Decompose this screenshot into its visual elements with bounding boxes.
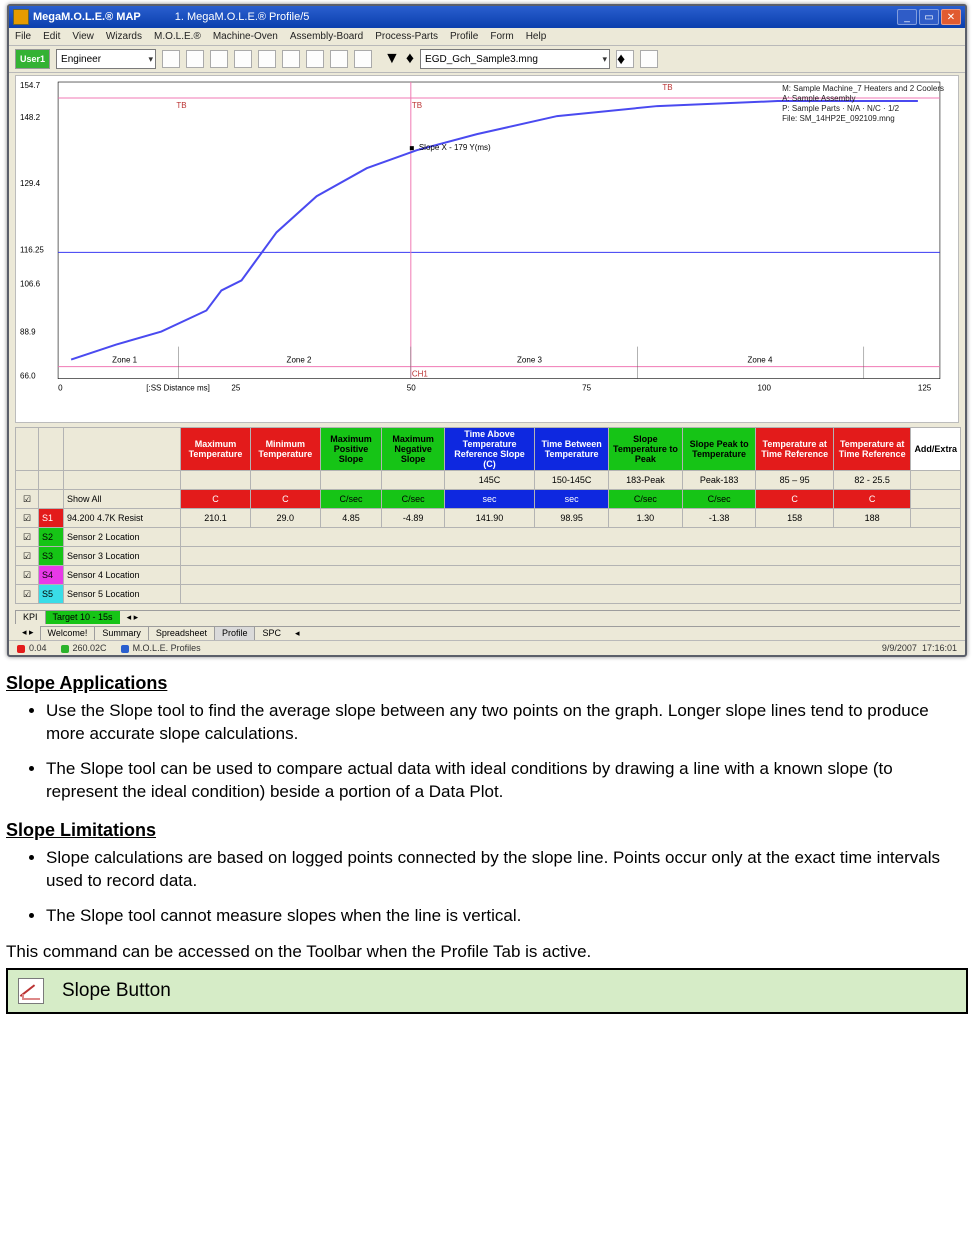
svg-text:0: 0	[58, 384, 63, 393]
svg-text:Zone 3: Zone 3	[517, 356, 542, 365]
menu-file[interactable]: File	[15, 31, 31, 42]
toolbar-icon[interactable]	[354, 50, 372, 68]
slope-tool-icon[interactable]	[330, 50, 348, 68]
svg-text:TB: TB	[662, 83, 672, 92]
sensor-row: ☑S3Sensor 3 Location	[16, 547, 961, 566]
slope-button-label: Slope Button	[62, 980, 171, 1002]
menu-view[interactable]: View	[72, 31, 94, 42]
menu-profile[interactable]: Profile	[450, 31, 478, 42]
minimize-button[interactable]: _	[897, 9, 917, 25]
target-tab[interactable]: Target 10 - 15s	[45, 610, 121, 624]
svg-text:Zone 2: Zone 2	[287, 356, 312, 365]
statusbar: 0.04 260.02C M.O.L.E. Profiles 9/9/2007 …	[9, 640, 965, 655]
tab-summary[interactable]: Summary	[94, 626, 149, 640]
menu-edit[interactable]: Edit	[43, 31, 60, 42]
slope-icon[interactable]	[18, 978, 44, 1004]
svg-text:100: 100	[758, 384, 772, 393]
svg-text:TB: TB	[412, 101, 422, 110]
bullet: The Slope tool cannot measure slopes whe…	[46, 905, 968, 928]
heading-applications: Slope Applications	[6, 673, 968, 694]
menu-wizards[interactable]: Wizards	[106, 31, 142, 42]
svg-text:25: 25	[231, 384, 240, 393]
svg-text:125: 125	[918, 384, 932, 393]
svg-text:CH1: CH1	[412, 370, 429, 379]
svg-text:154.7: 154.7	[20, 81, 41, 90]
tab-spc[interactable]: SPC	[254, 626, 289, 640]
file-combo[interactable]: EGD_Gch_Sample3.mng	[420, 49, 610, 69]
svg-text:Slope X - 179 Y(ms): Slope X - 179 Y(ms)	[419, 143, 491, 152]
toolbar-icon[interactable]	[234, 50, 252, 68]
grid-units-row: ☑Show All CC C/secC/sec secsec C/secC/se…	[16, 490, 961, 509]
toolbar-icon[interactable]	[282, 50, 300, 68]
title-2: 1. MegaM.O.L.E.® Profile/5	[175, 11, 310, 23]
bullet: The Slope tool can be used to compare ac…	[46, 758, 968, 804]
bullet: Use the Slope tool to find the average s…	[46, 700, 968, 746]
heading-limitations: Slope Limitations	[6, 820, 968, 841]
chart-legend: M: Sample Machine_7 Heaters and 2 Cooler…	[782, 84, 944, 124]
tab-spreadsheet[interactable]: Spreadsheet	[148, 626, 215, 640]
menu-process[interactable]: Process-Parts	[375, 31, 438, 42]
menu-form[interactable]: Form	[490, 31, 513, 42]
svg-text:TB: TB	[176, 101, 186, 110]
menubar: File Edit View Wizards M.O.L.E.® Machine…	[9, 28, 965, 46]
menu-mole[interactable]: M.O.L.E.®	[154, 31, 201, 42]
tab-profile[interactable]: Profile	[214, 626, 256, 640]
menu-machine[interactable]: Machine-Oven	[213, 31, 278, 42]
data-grid[interactable]: Maximum Temperature Minimum Temperature …	[15, 427, 961, 604]
paragraph: This command can be accessed on the Tool…	[6, 942, 968, 962]
maximize-button[interactable]: ▭	[919, 9, 939, 25]
app-icon	[13, 9, 29, 25]
svg-text:116.25: 116.25	[20, 245, 44, 254]
sensor-row: ☑S2Sensor 2 Location	[16, 528, 961, 547]
grid-subheader-row: 145C150-145C 183-PeakPeak-183 85 – 9582 …	[16, 471, 961, 490]
svg-text:148.2: 148.2	[20, 113, 41, 122]
role-combo[interactable]: Engineer	[56, 49, 156, 69]
svg-text:50: 50	[407, 384, 416, 393]
close-button[interactable]: ✕	[941, 9, 961, 25]
worksheet-tabs: ◂ ▸ Welcome! Summary Spreadsheet Profile…	[9, 624, 965, 640]
kpi-tab[interactable]: KPI	[15, 610, 46, 624]
toolbar-icon[interactable]	[306, 50, 324, 68]
svg-text:Zone 4: Zone 4	[748, 356, 773, 365]
toolbar-icon[interactable]	[210, 50, 228, 68]
slope-button-row: Slope Button	[6, 968, 968, 1014]
menu-assembly[interactable]: Assembly-Board	[290, 31, 363, 42]
chart-area[interactable]: Slope X - 179 Y(ms) TB TB TB CH1 154.7 1…	[15, 75, 959, 423]
svg-text:106.6: 106.6	[20, 279, 41, 288]
tab-welcome[interactable]: Welcome!	[40, 626, 96, 640]
grid-header-row: Maximum Temperature Minimum Temperature …	[16, 428, 961, 471]
user-button[interactable]: User1	[15, 49, 50, 69]
svg-text:66.0: 66.0	[20, 372, 36, 381]
svg-text:129.4: 129.4	[20, 179, 41, 188]
sensor-row: ☑S5Sensor 5 Location	[16, 585, 961, 604]
toolbar-icon[interactable]	[258, 50, 276, 68]
titlebar: MegaM.O.L.E.® MAP 1. MegaM.O.L.E.® Profi…	[9, 6, 965, 28]
kpi-tabs: KPI Target 10 - 15s ◂ ▸	[9, 608, 965, 624]
bullet: Slope calculations are based on logged p…	[46, 847, 968, 893]
sensor-row: ☑S4Sensor 4 Location	[16, 566, 961, 585]
toolbar-icon[interactable]	[186, 50, 204, 68]
svg-text:[:SS Distance ms]: [:SS Distance ms]	[146, 384, 210, 393]
toolbar-icon[interactable]: ♦	[616, 50, 634, 68]
svg-text:88.9: 88.9	[20, 328, 36, 337]
svg-text:Zone 1: Zone 1	[112, 356, 137, 365]
title-1: MegaM.O.L.E.® MAP	[33, 11, 141, 23]
sensor-row: ☑S194.200 4.7K Resist 210.129.04.85-4.89…	[16, 509, 961, 528]
svg-text:75: 75	[582, 384, 591, 393]
toolbar: User1 Engineer ▼ ♦ EGD_Gch_Sample3.mng ♦	[9, 46, 965, 73]
toolbar-icon[interactable]	[162, 50, 180, 68]
toolbar-icon[interactable]	[640, 50, 658, 68]
app-window: MegaM.O.L.E.® MAP 1. MegaM.O.L.E.® Profi…	[7, 4, 967, 657]
menu-help[interactable]: Help	[526, 31, 547, 42]
